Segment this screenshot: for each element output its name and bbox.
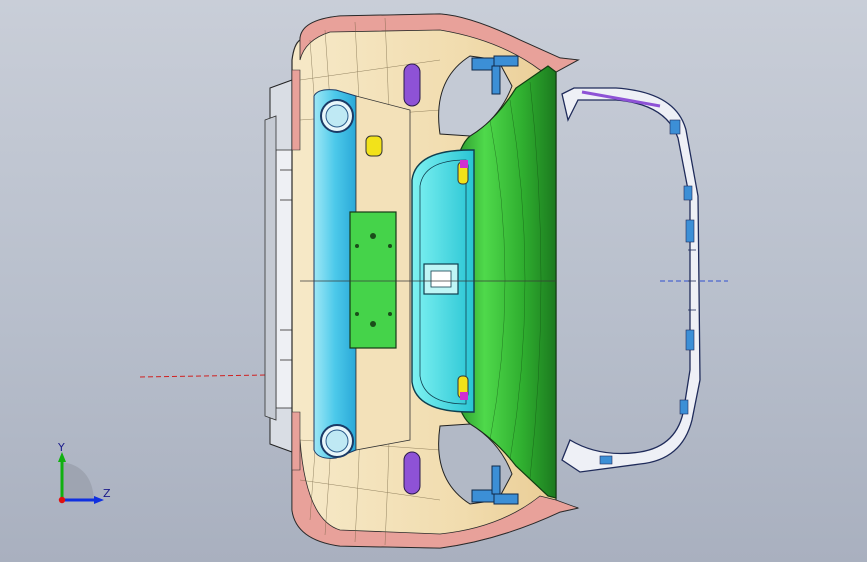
triad-shadow bbox=[62, 462, 94, 500]
cad-graphics-viewport[interactable]: Y Z bbox=[0, 0, 867, 562]
bumper-side-assembly bbox=[264, 79, 295, 453]
reference-line-left bbox=[139, 374, 269, 378]
license-plate-area bbox=[349, 211, 397, 349]
triad-y-label: Y bbox=[57, 441, 65, 454]
outer-seal-frame bbox=[561, 87, 701, 473]
coordinate-triad: Y Z bbox=[57, 441, 111, 504]
triad-z-label: Z bbox=[103, 487, 111, 500]
cad-model-view[interactable]: Y Z bbox=[0, 0, 867, 562]
lower-round-lamp bbox=[320, 424, 354, 458]
upper-purple-lamp bbox=[403, 63, 421, 107]
lower-purple-lamp bbox=[403, 451, 421, 495]
triad-origin-x-axis bbox=[58, 496, 66, 504]
yellow-latch bbox=[365, 135, 383, 157]
upper-round-lamp bbox=[320, 99, 354, 133]
